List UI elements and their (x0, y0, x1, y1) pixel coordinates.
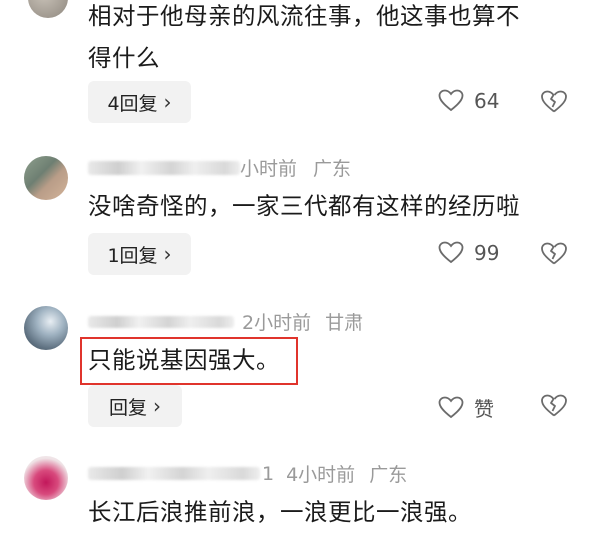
comment-location: 广东 (369, 464, 408, 486)
reply-button[interactable]: 1回复 › (88, 233, 191, 275)
comment-item: 小时前 广东 没啥奇怪的，一家三代都有这样的经历啦 1回复 › 99 (0, 140, 600, 290)
comment-meta: 小时前 广东 (88, 154, 351, 181)
comment-text: 相对于他母亲的风流往事，他这事也算不 (88, 2, 520, 30)
comment-time: 2小时前 (242, 312, 312, 334)
comment-text: 没啥奇怪的，一家三代都有这样的经历啦 (88, 192, 520, 220)
reply-label: 1回复 (107, 244, 158, 267)
like-count: 64 (474, 89, 500, 113)
reply-button[interactable]: 4回复 › (88, 81, 191, 123)
comment-location: 广东 (313, 158, 352, 180)
chevron-right-icon: › (163, 242, 172, 266)
avatar[interactable] (24, 156, 68, 200)
dislike-button[interactable] (540, 242, 568, 270)
highlight-box (80, 337, 298, 385)
broken-heart-icon (541, 394, 567, 417)
dislike-button[interactable] (540, 394, 568, 422)
broken-heart-icon (541, 242, 567, 265)
comment-meta: 2小时前 甘肃 (88, 308, 363, 335)
comment-text-continued: 得什么 (88, 44, 160, 72)
comment-item: 1 4小时前 广东 长江后浪推前浪，一浪更比一浪强。 (0, 440, 600, 536)
chevron-right-icon: › (163, 90, 172, 114)
avatar[interactable] (24, 456, 68, 500)
broken-heart-icon (541, 90, 567, 113)
like-button[interactable]: 99 (438, 241, 499, 265)
avatar[interactable] (24, 306, 68, 350)
comment-text: 长江后浪推前浪，一浪更比一浪强。 (88, 498, 472, 526)
heart-outline-icon (438, 396, 464, 418)
comment-location: 甘肃 (325, 312, 364, 334)
chevron-right-icon: › (153, 394, 161, 418)
like-button[interactable]: 赞 (438, 393, 494, 422)
dislike-button[interactable] (540, 90, 568, 118)
heart-outline-icon (438, 241, 464, 264)
comment-item: 相对于他母亲的风流往事，他这事也算不 得什么 4回复 › 64 (0, 0, 600, 140)
comment-time: 4小时前 (286, 464, 356, 486)
comment-id-fragment: 1 (262, 462, 275, 485)
comment-meta: 1 4小时前 广东 (88, 460, 407, 487)
like-count: 99 (474, 241, 500, 265)
like-button[interactable]: 64 (438, 89, 499, 113)
comment-time: 小时前 (240, 158, 298, 180)
heart-outline-icon (438, 89, 464, 112)
reply-button[interactable]: 回复 › (88, 385, 182, 427)
like-label: 赞 (474, 397, 494, 421)
username-redacted[interactable] (88, 467, 260, 480)
username-redacted[interactable] (88, 315, 234, 328)
reply-label: 回复 (108, 396, 147, 419)
username-redacted[interactable] (88, 160, 240, 175)
reply-label: 4回复 (107, 92, 158, 115)
